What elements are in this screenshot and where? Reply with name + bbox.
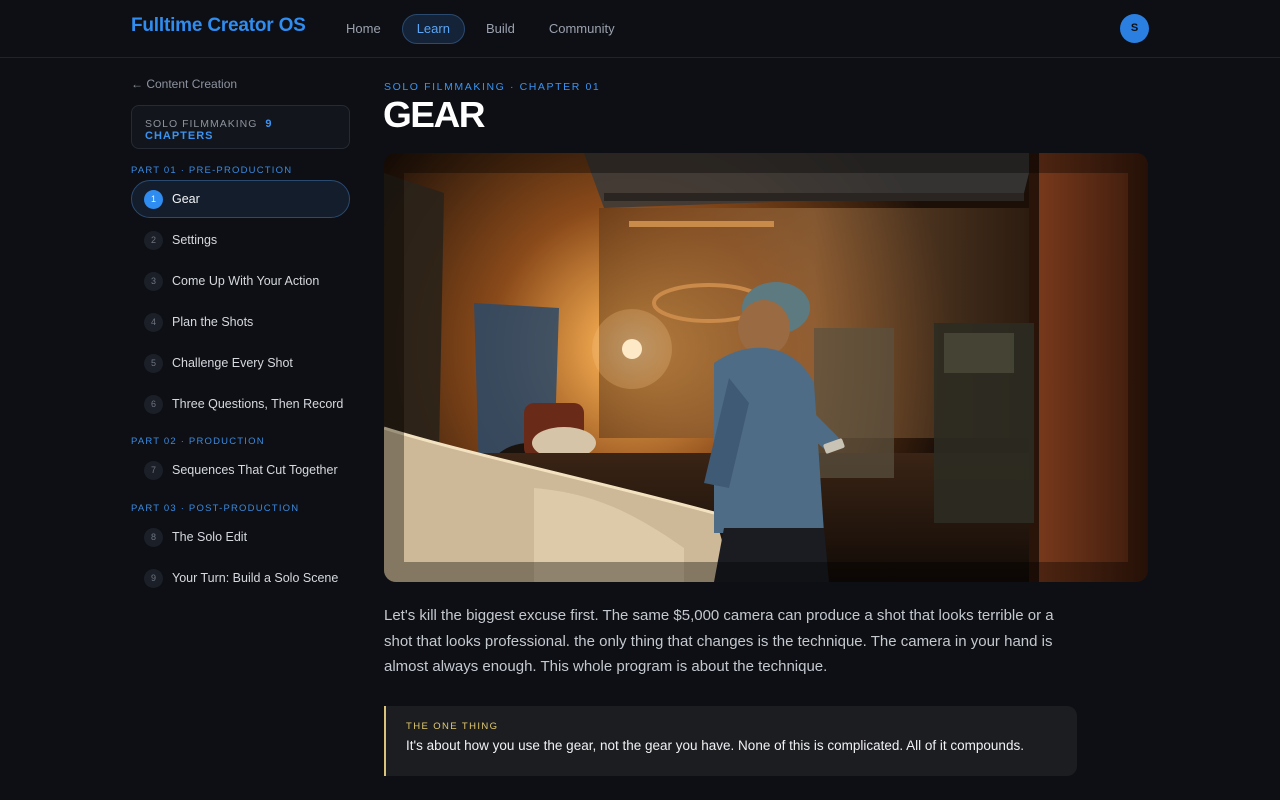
nav-community[interactable]: Community <box>536 14 628 44</box>
chapter-label: Three Questions, Then Record <box>172 397 344 411</box>
hero-image <box>384 153 1148 582</box>
chapter-number: 8 <box>144 528 163 547</box>
chapter-number: 7 <box>144 461 163 480</box>
part-label: Part 03 · Post-Production <box>131 503 300 514</box>
chapter-item-solo-edit[interactable]: 8 The Solo Edit <box>131 518 350 556</box>
course-name: Solo Filmmaking <box>145 118 258 130</box>
part-label: Part 01 · Pre-Production <box>131 165 293 176</box>
chapter-body-text: Let's kill the biggest excuse first. The… <box>384 607 1054 675</box>
top-navigation-bar: Fulltime Creator OS Home Learn Build Com… <box>0 0 1280 58</box>
back-link[interactable]: ← Content Creation <box>131 77 237 91</box>
chapter-label: The Solo Edit <box>172 530 248 544</box>
key-takeaway-callout: The One Thing It's about how you use the… <box>384 706 1077 776</box>
chapter-item-gear[interactable]: 1 Gear <box>131 180 350 218</box>
course-summary: Solo Filmmaking 9 Chapters <box>131 105 350 149</box>
callout-text: It's about how you use the gear, not the… <box>406 738 1024 753</box>
chapter-number: 9 <box>144 569 163 588</box>
chapter-item-settings[interactable]: 2 Settings <box>131 221 350 259</box>
brand-logo[interactable]: Fulltime Creator OS <box>131 15 306 37</box>
chapter-number: 5 <box>144 354 163 373</box>
callout-label: The One Thing <box>406 721 499 732</box>
chapter-number: 6 <box>144 395 163 414</box>
part-label: Part 02 · Production <box>131 436 265 447</box>
chapter-label: Gear <box>172 192 200 206</box>
main-nav: Home Learn Build Community <box>333 14 636 44</box>
chapter-item-sequences[interactable]: 7 Sequences That Cut Together <box>131 451 350 489</box>
page-title: GEAR <box>383 94 486 135</box>
user-avatar[interactable]: S <box>1120 14 1149 43</box>
chapter-item-action[interactable]: 3 Come Up With Your Action <box>131 262 350 300</box>
chapter-item-three-questions[interactable]: 6 Three Questions, Then Record <box>131 385 350 423</box>
chapter-item-your-turn[interactable]: 9 Your Turn: Build a Solo Scene <box>131 559 350 597</box>
chapter-number: 4 <box>144 313 163 332</box>
chapter-number: 2 <box>144 231 163 250</box>
chapter-number: 1 <box>144 190 163 209</box>
chapter-label: Challenge Every Shot <box>172 356 293 370</box>
nav-learn[interactable]: Learn <box>401 14 465 44</box>
chapter-item-challenge[interactable]: 5 Challenge Every Shot <box>131 344 350 382</box>
chapter-label: Plan the Shots <box>172 315 254 329</box>
chapter-label: Sequences That Cut Together <box>172 463 338 477</box>
chapter-number: 3 <box>144 272 163 291</box>
chapter-label: Your Turn: Build a Solo Scene <box>172 571 339 585</box>
chapter-label: Settings <box>172 233 218 247</box>
nav-build[interactable]: Build <box>473 14 528 44</box>
chapter-label: Come Up With Your Action <box>172 274 320 288</box>
chapter-eyebrow: Solo Filmmaking · Chapter 01 <box>384 81 601 93</box>
nav-home[interactable]: Home <box>333 14 394 44</box>
chapter-item-plan-shots[interactable]: 4 Plan the Shots <box>131 303 350 341</box>
